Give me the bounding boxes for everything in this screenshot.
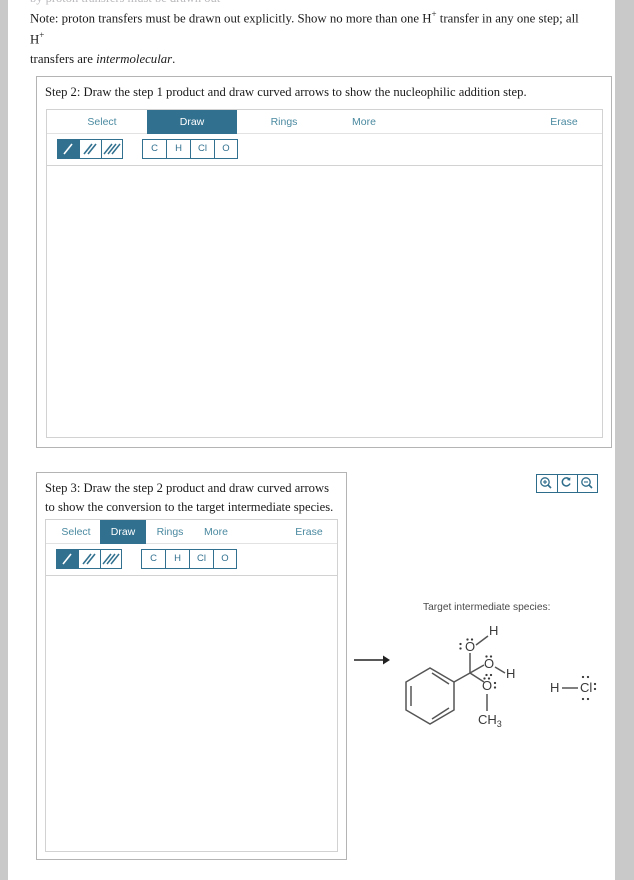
atom-h-hcl: H	[550, 680, 559, 695]
step3-element-c[interactable]: C	[141, 549, 165, 569]
step2-editor: Select Draw Rings More Erase C H Cl O	[46, 109, 603, 438]
step3-bond-tools	[56, 549, 122, 569]
note-emphasis: intermolecular	[96, 52, 173, 67]
step2-element-buttons: C H Cl O	[142, 139, 238, 159]
target-species-label: Target intermediate species:	[423, 602, 551, 613]
step2-element-cl[interactable]: Cl	[190, 139, 214, 159]
step2-tab-more[interactable]: More	[331, 110, 397, 134]
step3-element-o[interactable]: O	[213, 549, 237, 569]
step2-element-h[interactable]: H	[166, 139, 190, 159]
content-column: by proton transfers must be drawn out No…	[8, 0, 615, 880]
step3-element-h[interactable]: H	[165, 549, 189, 569]
atom-o-mid: O	[484, 656, 494, 671]
note-line2-suffix: .	[172, 52, 176, 67]
step2-triple-bond-button[interactable]	[101, 139, 123, 159]
step2-toolrow: C H Cl O	[47, 134, 602, 166]
step2-single-bond-button[interactable]	[57, 139, 79, 159]
step2-zoom-reset-icon[interactable]	[557, 475, 577, 492]
note-line2-prefix: transfers are	[30, 52, 97, 67]
atom-o-top: O	[465, 639, 475, 654]
step2-tab-select[interactable]: Select	[57, 110, 147, 134]
step3-double-bond-button[interactable]	[78, 549, 100, 569]
step3-triple-bond-button[interactable]	[100, 549, 122, 569]
clipped-text-row: by proton transfers must be drawn out	[8, 0, 615, 6]
step2-tab-erase[interactable]: Erase	[536, 110, 592, 134]
step3-tab-erase[interactable]: Erase	[287, 520, 331, 544]
step3-toolrow: C H Cl O	[46, 544, 337, 576]
step3-tabbar: Select Draw Rings More Erase	[46, 520, 337, 544]
step3-element-buttons: C H Cl O	[141, 549, 237, 569]
target-molecule-structure: O H O H O CH3	[398, 620, 528, 745]
step2-tabbar: Select Draw Rings More Erase	[47, 110, 602, 134]
step2-double-bond-button[interactable]	[79, 139, 101, 159]
step2-tab-draw[interactable]: Draw	[147, 110, 237, 134]
right-gutter	[615, 0, 634, 880]
step2-drawing-canvas[interactable]	[47, 167, 602, 387]
step3-title: Step 3: Draw the step 2 product and draw…	[45, 481, 334, 514]
atom-h-mid: H	[506, 666, 515, 681]
atom-o-bottom: O	[482, 678, 492, 693]
benzene-ring	[405, 667, 455, 725]
atom-h-top: H	[489, 623, 498, 638]
step3-panel: Step 3: Draw the step 2 product and draw…	[36, 472, 347, 860]
instruction-note: Note: proton transfers must be drawn out…	[30, 8, 590, 70]
step3-editor: Select Draw Rings More Erase C H Cl O	[45, 519, 338, 852]
step2-zoom-in-icon[interactable]	[537, 475, 557, 492]
step3-tab-more[interactable]: More	[194, 520, 238, 544]
step2-zoom-out-icon[interactable]	[577, 475, 597, 492]
hcl-molecule: H Cl	[548, 668, 610, 713]
note-sup-2: +	[39, 30, 45, 41]
step2-element-c[interactable]: C	[142, 139, 166, 159]
step2-panel: Step 2: Draw the step 1 product and draw…	[36, 76, 612, 493]
step3-drawing-canvas[interactable]	[46, 577, 337, 801]
step3-element-cl[interactable]: Cl	[189, 549, 213, 569]
reaction-arrow-icon	[352, 652, 392, 673]
left-gutter	[0, 0, 8, 880]
step2-tab-rings[interactable]: Rings	[237, 110, 331, 134]
target-species-area: Target intermediate species: O H O H O C…	[348, 590, 615, 755]
step2-bond-tools	[57, 139, 123, 159]
clipped-text: by proton transfers must be drawn out	[30, 0, 220, 6]
step3-tab-select[interactable]: Select	[52, 520, 100, 544]
step3-tab-draw[interactable]: Draw	[100, 520, 146, 544]
atom-cl-hcl: Cl	[580, 680, 592, 695]
step2-title: Step 2: Draw the step 1 product and draw…	[45, 85, 527, 99]
step3-single-bond-button[interactable]	[56, 549, 78, 569]
note-prefix: Note: proton transfers must be drawn out…	[30, 11, 432, 26]
atom-methyl: CH3	[478, 712, 502, 729]
step2-zoom-group	[536, 474, 598, 493]
step2-element-o[interactable]: O	[214, 139, 238, 159]
page-root: by proton transfers must be drawn out No…	[0, 0, 634, 880]
step3-tab-rings[interactable]: Rings	[146, 520, 194, 544]
